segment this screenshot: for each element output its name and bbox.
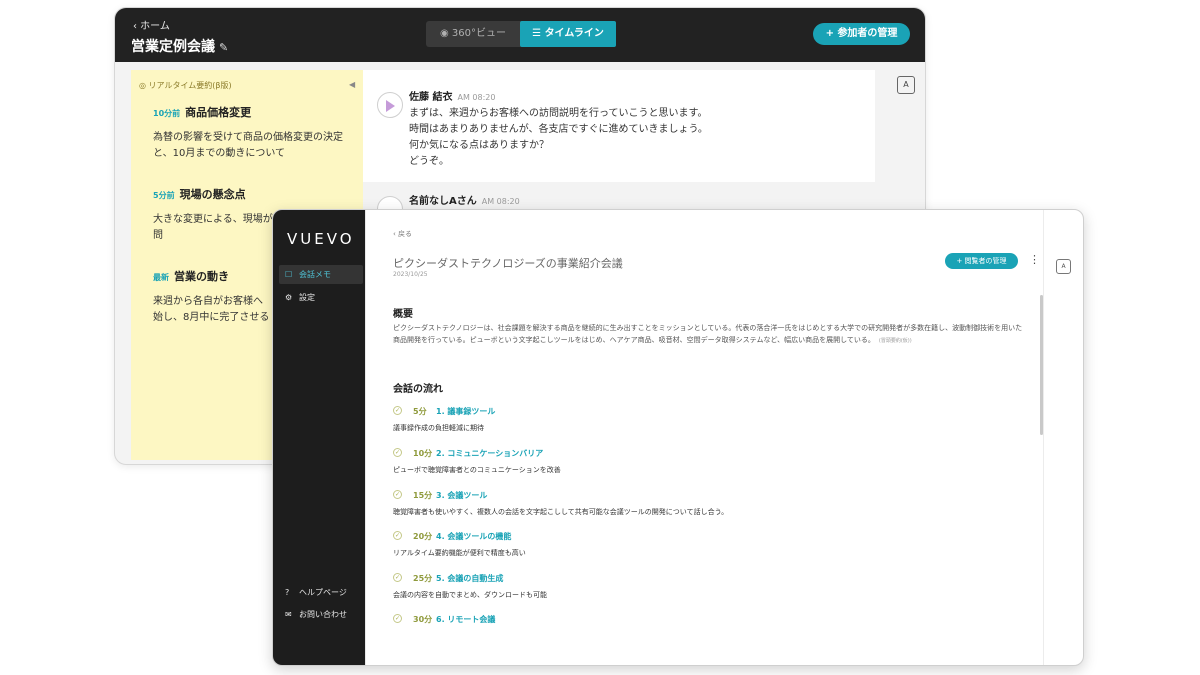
flow-topic[interactable]: 6. リモート会議	[436, 614, 495, 625]
caption-icon[interactable]: A	[897, 76, 915, 94]
flow-topic[interactable]: 2. コミュニケーションバリア	[436, 448, 543, 459]
summary-item-title: 5分前 現場の懸念点	[153, 186, 246, 202]
check-circle-icon: ✓	[393, 531, 402, 540]
home-link[interactable]: ‹ ホーム	[133, 17, 170, 32]
page-title: ピクシーダストテクノロジーズの事業紹介会議	[393, 257, 623, 270]
flow-heading: 会話の流れ	[393, 384, 443, 395]
summary-item-body: 為替の影響を受けて商品の価格変更の決定と、10月までの動きについて	[153, 132, 343, 159]
sidebar-item-label: 会話メモ	[299, 270, 331, 279]
summary-item-time: 5分前	[153, 191, 175, 200]
tab-360-label: 360°ビュー	[451, 28, 506, 39]
sidebar-item-contact[interactable]: ✉ お問い合わせ	[285, 609, 347, 620]
sidebar: VUEVO ☐ 会話メモ ⚙ 設定 ? ヘルプページ ✉ お問い合わせ	[273, 210, 365, 665]
flow-desc: リアルタイム要約機能が便利で精度も高い	[393, 549, 526, 557]
check-circle-icon: ◎	[139, 81, 149, 90]
manage-viewers-button[interactable]: + 閲覧者の管理	[945, 253, 1018, 269]
window-header: ‹ ホーム 営業定例会議 ✎ ◉ 360°ビュー ☰ タイムライン + 参加者の管…	[115, 8, 925, 62]
manage-participants-button[interactable]: + 参加者の管理	[813, 23, 910, 45]
check-circle-icon: ✓	[393, 490, 402, 499]
meeting-title: 営業定例会議 ✎	[131, 36, 228, 56]
summary-item-title-text: 現場の懸念点	[179, 188, 246, 201]
flow-minute: 10分	[413, 449, 433, 458]
right-panel-divider	[1043, 210, 1044, 665]
back-link[interactable]: ‹ 戻る	[393, 229, 412, 239]
screen: ‹ ホーム 営業定例会議 ✎ ◉ 360°ビュー ☰ タイムライン + 参加者の管…	[0, 0, 1200, 675]
sidebar-divider	[365, 210, 366, 665]
more-options-icon[interactable]: ⋮	[1029, 253, 1040, 266]
manage-viewers-label: 閲覧者の管理	[964, 257, 1007, 265]
flow-desc: 聴覚障害者も使いやすく、複数人の会話を文字起こしして共有可能な会議ツールの開発に…	[393, 508, 729, 516]
sidebar-item-settings[interactable]: ⚙ 設定	[285, 292, 315, 303]
overview-note: (冒頭要約(仮))	[878, 338, 912, 344]
speaker-name-text: 名前なしAさん	[409, 196, 477, 207]
message-line: まずは、来週からお客様への訪問説明を行っていこうと思います。	[409, 108, 708, 119]
summary-heading: ◎ リアルタイム要約(β版)	[139, 80, 232, 91]
check-circle-icon: ✓	[393, 448, 402, 457]
flow-minute: 5分	[413, 407, 427, 416]
add-user-icon: +	[956, 257, 965, 265]
sidebar-item-label: ヘルプページ	[299, 588, 347, 597]
summary-item-title-text: 商品価格変更	[185, 106, 252, 119]
message-line: 時間はあまりありませんが、各支店ですぐに進めていきましょう。	[409, 124, 708, 135]
summary-item-title-text: 営業の動き	[174, 270, 229, 283]
help-icon: ?	[285, 588, 290, 597]
flow-minute: 25分	[413, 574, 433, 583]
mail-icon: ✉	[285, 610, 292, 619]
flow-desc: ピューボで聴覚障害者とのコミュニケーションを改善	[393, 466, 561, 474]
caption-icon[interactable]: A	[1056, 259, 1071, 274]
check-circle-icon: ✓	[393, 573, 402, 582]
logo: VUEVO	[287, 230, 355, 248]
timeline-icon: ☰	[532, 28, 545, 39]
summary-item-time: 最新	[153, 273, 169, 282]
avatar	[377, 92, 403, 118]
sidebar-item-help[interactable]: ? ヘルプページ	[285, 587, 347, 598]
sidebar-item-memo[interactable]: ☐ 会話メモ	[285, 269, 331, 280]
flow-minute: 30分	[413, 615, 433, 624]
sidebar-item-label: 設定	[299, 293, 315, 302]
message-line: どうぞ。	[409, 156, 449, 167]
summary-item-title: 10分前 商品価格変更	[153, 104, 251, 120]
play-icon	[386, 100, 395, 112]
check-circle-icon: ✓	[393, 406, 402, 415]
tab-timeline[interactable]: ☰ タイムライン	[520, 21, 616, 47]
message-body: まずは、来週からお客様への訪問説明を行っていこうと思います。 時間はあまりありま…	[409, 106, 849, 170]
flow-minute: 20分	[413, 532, 433, 541]
meeting-date: 2023/10/25	[393, 271, 428, 278]
message-line: 何か気になる点はありますか？	[409, 140, 549, 151]
add-user-icon: +	[825, 28, 838, 39]
flow-desc: 議事録作成の負担軽減に期待	[393, 424, 484, 432]
overview-text: ピクシーダストテクノロジーは、社会課題を解決する商品を継続的に生み出すことをミッ…	[393, 322, 1023, 347]
pencil-icon[interactable]: ✎	[219, 41, 228, 54]
meeting-notes-window: VUEVO ☐ 会話メモ ⚙ 設定 ? ヘルプページ ✉ お問い合わせ ‹ 戻る ピクシ…	[272, 209, 1084, 666]
summary-heading-text: リアルタイム要約(β版)	[148, 81, 232, 90]
message-time: AM 08:20	[457, 93, 496, 102]
flow-topic[interactable]: 4. 会議ツールの機能	[436, 531, 511, 542]
speaker-name: 佐藤 結衣 AM 08:20	[409, 88, 495, 103]
camera-icon: ◉	[440, 28, 452, 39]
flow-topic[interactable]: 3. 会議ツール	[436, 490, 487, 501]
collapse-arrow-icon[interactable]: ◀	[349, 80, 355, 89]
message-time: AM 08:20	[481, 197, 520, 206]
flow-desc: 会議の内容を自動でまとめ、ダウンロードも可能	[393, 591, 547, 599]
speaker-name: 名前なしAさん AM 08:20	[409, 192, 520, 207]
meeting-title-text: 営業定例会議	[131, 39, 215, 55]
tab-timeline-label: タイムライン	[544, 28, 604, 39]
speaker-name-text: 佐藤 結衣	[409, 92, 453, 103]
manage-participants-label: 参加者の管理	[837, 28, 898, 39]
overview-heading: 概要	[393, 309, 413, 320]
flow-minute: 15分	[413, 491, 433, 500]
check-circle-icon: ✓	[393, 614, 402, 623]
memo-icon: ☐	[285, 270, 293, 279]
content-scrollbar[interactable]	[1040, 295, 1043, 435]
flow-topic[interactable]: 5. 会議の自動生成	[436, 573, 503, 584]
summary-item-time: 10分前	[153, 109, 181, 118]
view-toggle: ◉ 360°ビュー ☰ タイムライン	[426, 21, 616, 47]
gear-icon: ⚙	[285, 293, 293, 302]
tab-360-view[interactable]: ◉ 360°ビュー	[426, 21, 520, 47]
sidebar-item-label: お問い合わせ	[299, 610, 347, 619]
overview-body: ピクシーダストテクノロジーは、社会課題を解決する商品を継続的に生み出すことをミッ…	[393, 324, 1023, 344]
summary-item-title: 最新 営業の動き	[153, 268, 229, 284]
flow-topic[interactable]: 1. 議事録ツール	[436, 406, 495, 417]
